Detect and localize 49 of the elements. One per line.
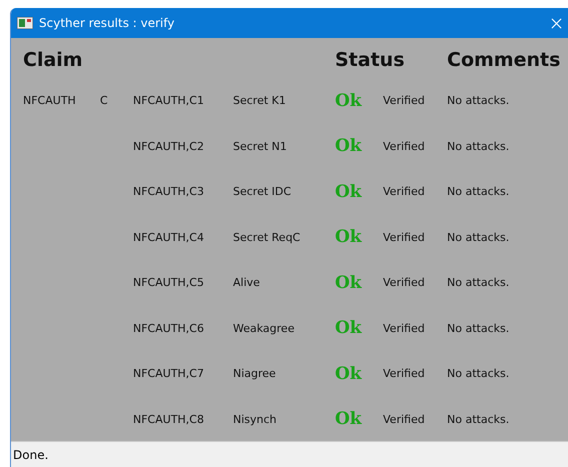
comment-cell-text: No attacks. — [447, 185, 510, 198]
status-cell-text: Verified — [383, 230, 426, 244]
comment-cell-text: No attacks. — [447, 276, 510, 290]
status-cell-text: Verified — [383, 276, 426, 290]
comment-cell-text: No attacks. — [447, 94, 510, 108]
result-cell-text: Ok — [335, 318, 363, 338]
status-cell-text: Verified — [383, 185, 426, 198]
window-title: Scyther results : verify — [39, 16, 176, 30]
protocol-cell: NFCAUTH — [23, 94, 76, 108]
status-cell-text: Verified — [383, 322, 426, 335]
claim-header: Claim — [23, 48, 84, 71]
claim-id-cell-text: NFCAUTH,C1 — [133, 94, 205, 108]
claim-cell-text: Alive — [233, 276, 261, 290]
status-cell-text: Verified — [383, 140, 426, 153]
comments-header: Comments — [447, 48, 562, 71]
claim-id-cell-text: NFCAUTH,C6 — [133, 322, 205, 335]
claim-id-cell-text: NFCAUTH,C8 — [133, 412, 205, 426]
comment-cell-text: No attacks. — [447, 322, 510, 335]
result-cell-text: Ok — [335, 364, 363, 384]
result-cell-text: Ok — [335, 182, 363, 202]
close-icon[interactable] — [551, 18, 562, 28]
status-text: Done. — [13, 448, 48, 462]
claim-cell-text: Secret K1 — [233, 94, 287, 108]
comment-cell-text: No attacks. — [447, 367, 510, 380]
claim-id-cell-text: NFCAUTH,C7 — [133, 367, 205, 380]
claim-cell-text: Secret IDC — [233, 185, 292, 198]
status-cell-text: Verified — [383, 412, 426, 426]
result-cell-text: Ok — [335, 227, 363, 248]
result-cell-text: Ok — [335, 272, 363, 293]
result-cell-text: Ok — [335, 409, 363, 430]
status-header: Status — [335, 48, 406, 71]
claim-cell-text: Niagree — [233, 367, 277, 380]
claim-cell-text: Nisynch — [233, 412, 278, 426]
comment-cell-text: No attacks. — [447, 140, 510, 153]
claim-cell-text: Weakagree — [233, 322, 296, 335]
claim-id-cell-text: NFCAUTH,C5 — [133, 276, 205, 290]
result-cell-text: Ok — [335, 136, 363, 156]
result-cell-text: Ok — [335, 90, 363, 111]
claim-id-cell-text: NFCAUTH,C2 — [133, 140, 205, 153]
claim-id-cell-text: NFCAUTH,C3 — [133, 185, 205, 198]
comment-cell-text: No attacks. — [447, 412, 510, 426]
status-cell-text: Verified — [383, 367, 426, 380]
status-cell-text: Verified — [383, 94, 426, 108]
window-icon — [17, 17, 33, 29]
claim-cell-text: Secret N1 — [233, 140, 288, 153]
comment-cell-text: No attacks. — [447, 230, 510, 244]
claim-cell-text: Secret ReqC — [233, 230, 302, 244]
claim-id-cell-text: NFCAUTH,C4 — [133, 230, 205, 244]
role-cell: C — [100, 94, 108, 108]
